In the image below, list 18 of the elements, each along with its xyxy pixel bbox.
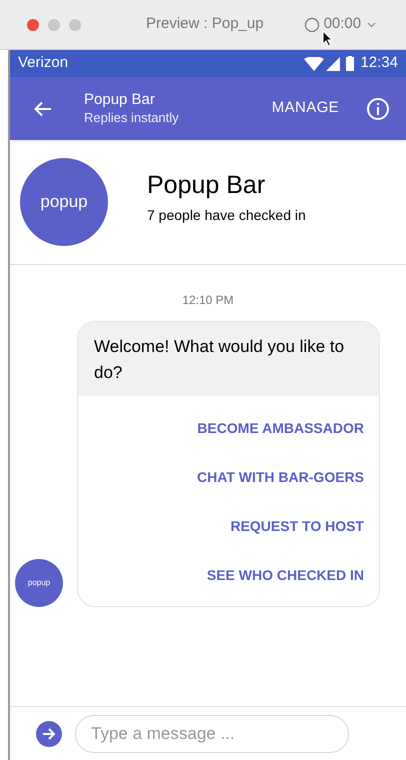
- window-title: Preview : Pop_up: [146, 14, 264, 34]
- manage-button[interactable]: MANAGE: [272, 97, 339, 120]
- carrier-text: Verizon: [18, 53, 68, 74]
- profile-name: Popup Bar: [147, 170, 266, 200]
- clock-text: 12:34: [360, 53, 398, 74]
- message-input[interactable]: Type a message ...: [75, 714, 349, 752]
- message-timestamp: 12:10 PM: [181, 292, 235, 309]
- timer-text: 00:00: [324, 14, 362, 34]
- option-button[interactable]: CHAT WITH BAR-GOERS: [197, 453, 364, 502]
- option-button[interactable]: BECOME AMBASSADOR: [197, 404, 364, 453]
- bot-avatar: popup: [15, 559, 63, 607]
- message-text: Welcome! What would you like to do?: [94, 336, 346, 384]
- option-button[interactable]: SEE WHO CHECKED IN: [206, 551, 364, 600]
- checkin-count: 7 people have checked in: [147, 206, 306, 225]
- option-button[interactable]: REQUEST TO HOST: [230, 502, 364, 551]
- chat-title: Popup Bar: [84, 91, 156, 109]
- chat-subtitle: Replies instantly: [84, 109, 179, 126]
- profile-avatar: popup: [20, 158, 108, 246]
